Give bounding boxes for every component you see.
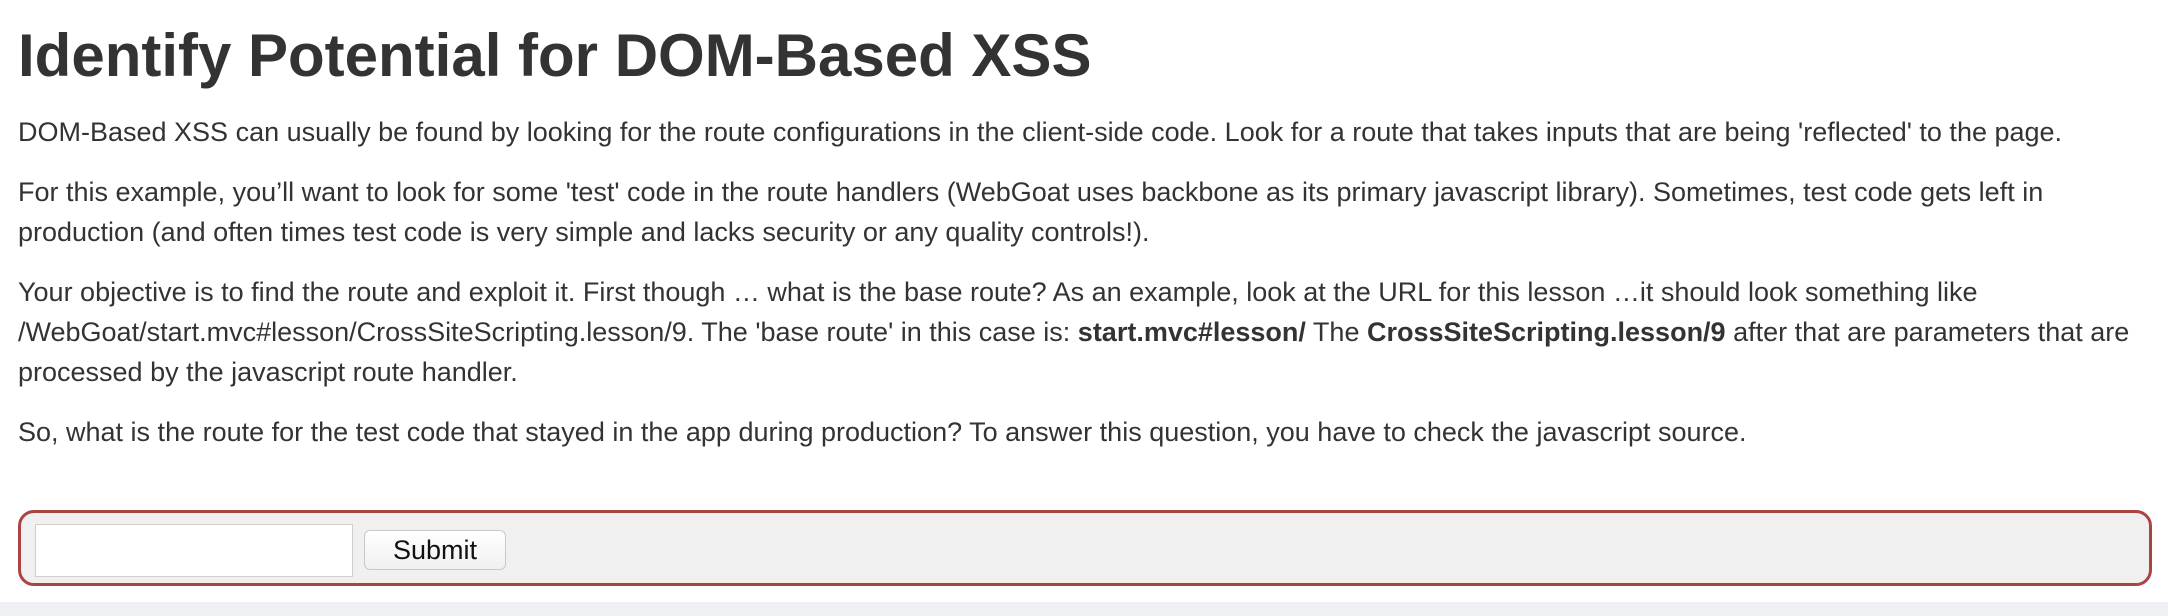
answer-input[interactable]: [35, 524, 353, 577]
submit-button[interactable]: Submit: [364, 530, 506, 570]
page-bottom-divider: [0, 602, 2168, 616]
answer-form: Submit: [18, 510, 2152, 586]
lesson-paragraph-1: DOM-Based XSS can usually be found by lo…: [18, 117, 2063, 147]
paragraph-3-text-b: The: [1305, 317, 1367, 347]
lesson-paragraph-4: So, what is the route for the test code …: [18, 417, 1747, 447]
lesson-paragraph-2: For this example, you’ll want to look fo…: [18, 177, 2044, 247]
lesson-title: Identify Potential for DOM-Based XSS: [18, 22, 1092, 89]
lesson-paragraph-3: Your objective is to find the route and …: [18, 272, 2154, 392]
lesson-content: Identify Potential for DOM-Based XSS DOM…: [18, 0, 2154, 452]
base-route-bold: start.mvc#lesson/: [1077, 317, 1306, 347]
parameters-bold: CrossSiteScripting.lesson/9: [1366, 317, 1726, 347]
